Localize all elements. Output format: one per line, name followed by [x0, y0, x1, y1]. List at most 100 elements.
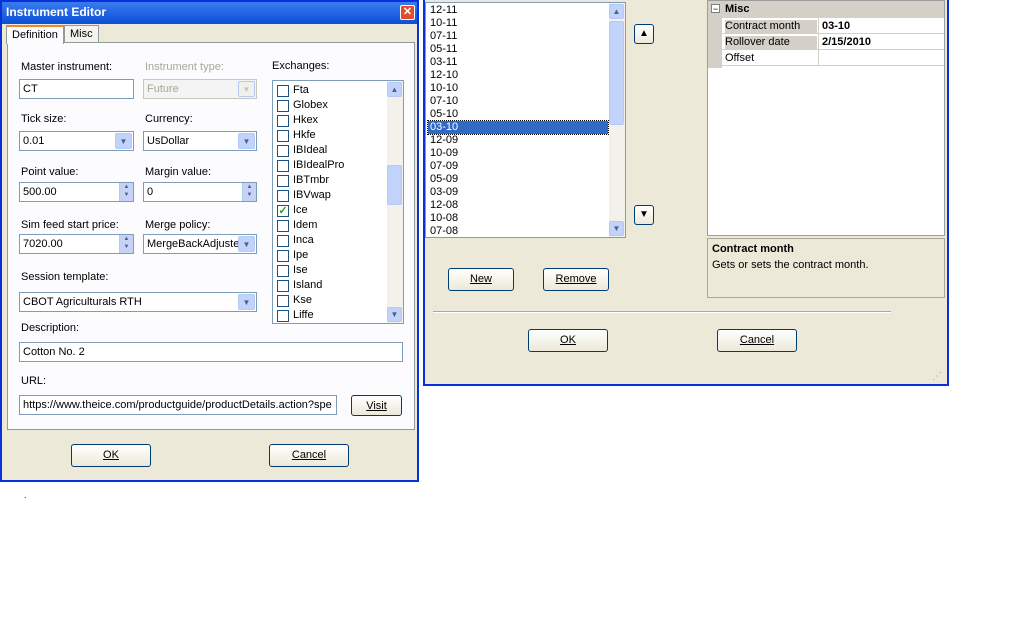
property-value[interactable]: 2/15/2010 [822, 36, 871, 48]
contract-month-item[interactable]: 03-09 [428, 186, 608, 199]
exchange-item[interactable]: Hkfe [275, 128, 385, 143]
property-row[interactable]: Offset [722, 50, 944, 66]
exchange-item[interactable]: Ipe [275, 248, 385, 263]
contract-months-list[interactable]: 12-11 10-11 07-11 05-11 03-11 12-10 10-10 07-10… [425, 2, 626, 238]
chevron-down-icon[interactable]: ▼ [238, 294, 255, 310]
scroll-thumb[interactable] [387, 165, 402, 205]
property-value[interactable]: 03-10 [822, 20, 850, 32]
spin-arrows-icon[interactable]: ▲ ▼ [119, 183, 133, 201]
checkbox-checked-icon[interactable]: ✓ [277, 205, 289, 217]
remove-button[interactable]: Remove [543, 268, 609, 291]
contract-month-item[interactable]: 10-09 [428, 147, 608, 160]
checkbox-icon[interactable] [277, 220, 289, 232]
exchange-item[interactable]: Kse [275, 293, 385, 308]
property-row[interactable]: Contract month 03-10 [722, 18, 944, 34]
tick-size-select[interactable]: 0.01 ▼ [19, 131, 134, 151]
contract-month-item[interactable]: 05-10 [428, 108, 608, 121]
margin-value-stepper[interactable]: 0 ▲ ▼ [143, 182, 257, 202]
rollover-ok-button[interactable]: OK [528, 329, 608, 352]
close-icon[interactable]: ✕ [400, 5, 415, 20]
contract-month-item[interactable]: 10-08 [428, 212, 608, 225]
exchange-item[interactable]: Idem [275, 218, 385, 233]
contract-month-item[interactable]: 10-11 [428, 17, 608, 30]
checkbox-icon[interactable] [277, 250, 289, 262]
chevron-down-icon[interactable]: ▼ [238, 236, 255, 252]
exchanges-scrollbar[interactable]: ▲ ▼ [387, 81, 403, 323]
checkbox-icon[interactable] [277, 295, 289, 307]
checkbox-icon[interactable] [277, 130, 289, 142]
description-input[interactable]: Cotton No. 2 [19, 342, 403, 362]
move-down-button[interactable]: ▼ [634, 205, 654, 225]
checkbox-icon[interactable] [277, 310, 289, 322]
exchange-item[interactable]: IBIdeal [275, 143, 385, 158]
checkbox-icon[interactable] [277, 145, 289, 157]
merge-policy-select[interactable]: MergeBackAdjuste ▼ [143, 234, 257, 254]
point-value-stepper[interactable]: 500.00 ▲ ▼ [19, 182, 134, 202]
exchange-item[interactable]: ✓ Ice [275, 203, 385, 218]
url-input[interactable]: https://www.theice.com/productguide/prod… [19, 395, 337, 415]
session-template-select[interactable]: CBOT Agriculturals RTH ▼ [19, 292, 257, 312]
contract-month-item[interactable]: 03-11 [428, 56, 608, 69]
exchange-item[interactable]: IBVwap [275, 188, 385, 203]
property-grid[interactable]: − Misc Contract month 03-10 Rollover date 2… [707, 0, 945, 236]
checkbox-icon[interactable] [277, 190, 289, 202]
ok-button[interactable]: OK [71, 444, 151, 467]
spin-arrows-icon[interactable]: ▲ ▼ [242, 183, 256, 201]
exchange-item[interactable]: Island [275, 278, 385, 293]
collapse-icon[interactable]: − [711, 4, 720, 14]
contract-month-item[interactable]: 05-09 [428, 173, 608, 186]
exchange-name: Island [293, 279, 323, 291]
exchange-item[interactable]: IBIdealPro [275, 158, 385, 173]
sim-feed-start-price-stepper[interactable]: 7020.00 ▲ ▼ [19, 234, 134, 254]
chevron-down-icon[interactable]: ▼ [238, 133, 255, 149]
checkbox-icon[interactable] [277, 280, 289, 292]
currency-select[interactable]: UsDollar ▼ [143, 131, 257, 151]
checkbox-icon[interactable] [277, 85, 289, 97]
property-row[interactable]: Rollover date 2/15/2010 [722, 34, 944, 50]
checkbox-icon[interactable] [277, 115, 289, 127]
contract-month-item[interactable]: 12-08 [428, 199, 608, 212]
checkbox-icon[interactable] [277, 265, 289, 277]
contract-month-item[interactable]: 12-09 [428, 134, 608, 147]
scroll-thumb[interactable] [609, 21, 624, 125]
contract-month-item[interactable]: 10-10 [428, 82, 608, 95]
checkbox-icon[interactable] [277, 235, 289, 247]
spin-arrows-icon[interactable]: ▲ ▼ [119, 235, 133, 253]
title-bar[interactable]: Instrument Editor ✕ [2, 2, 417, 24]
exchanges-list[interactable]: Fta Globex Hkex Hkfe IBIdeal IBIdealPro IBTmbr… [272, 80, 404, 324]
category-row[interactable]: − Misc [708, 1, 944, 18]
contract-month-item[interactable]: 07-08 [428, 225, 608, 237]
exchange-item[interactable]: Fta [275, 83, 385, 98]
contract-month-item[interactable]: 07-11 [428, 30, 608, 43]
new-button[interactable]: New [448, 268, 514, 291]
checkbox-icon[interactable] [277, 175, 289, 187]
instrument-type-select[interactable]: Future ▼ [143, 79, 257, 99]
checkbox-icon[interactable] [277, 100, 289, 112]
scroll-up-icon[interactable]: ▲ [609, 4, 624, 19]
exchange-item[interactable]: Globex [275, 98, 385, 113]
exchange-item[interactable]: IBTmbr [275, 173, 385, 188]
contract-month-item[interactable]: 07-10 [428, 95, 608, 108]
scroll-up-icon[interactable]: ▲ [387, 82, 402, 97]
exchange-item[interactable]: Ise [275, 263, 385, 278]
rollover-cancel-button[interactable]: Cancel [717, 329, 797, 352]
visit-button[interactable]: Visit [351, 395, 402, 416]
contract-month-item[interactable]: 12-10 [428, 69, 608, 82]
contract-month-item[interactable]: 05-11 [428, 43, 608, 56]
months-scrollbar[interactable]: ▲ ▼ [609, 3, 625, 237]
tab-definition[interactable]: Definition [6, 25, 64, 44]
resize-grip-icon[interactable]: ⋰ [932, 372, 944, 384]
chevron-down-icon[interactable]: ▼ [115, 133, 132, 149]
master-instrument-input[interactable]: CT [19, 79, 134, 99]
exchange-item[interactable]: Inca [275, 233, 385, 248]
exchange-item[interactable]: Liffe [275, 308, 385, 323]
scroll-down-icon[interactable]: ▼ [609, 221, 624, 236]
scroll-down-icon[interactable]: ▼ [387, 307, 402, 322]
checkbox-icon[interactable] [277, 160, 289, 172]
contract-month-item[interactable]: 07-09 [428, 160, 608, 173]
exchange-item[interactable]: Hkex [275, 113, 385, 128]
cancel-button[interactable]: Cancel [269, 444, 349, 467]
contract-month-item[interactable]: 03-10 [427, 120, 609, 135]
contract-month-item[interactable]: 12-11 [428, 4, 608, 17]
move-up-button[interactable]: ▲ [634, 24, 654, 44]
